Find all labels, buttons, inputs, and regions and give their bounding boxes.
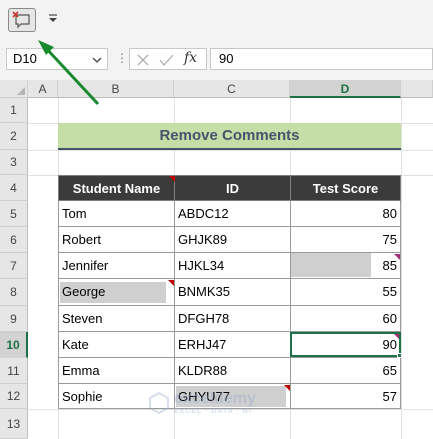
fill-handle[interactable] xyxy=(397,353,402,358)
row-header-12[interactable]: 12 xyxy=(0,384,28,409)
delete-comment-button[interactable] xyxy=(8,8,36,32)
row-header-3[interactable]: 3 xyxy=(0,150,28,175)
watermark-logo: exceldemy EXCEL · DATA · BI xyxy=(148,388,308,422)
name-box-value: D10 xyxy=(13,51,37,66)
table-cell[interactable]: 75 xyxy=(291,227,401,253)
table-cell[interactable]: BNMK35 xyxy=(175,279,291,306)
table-header-id[interactable]: ID xyxy=(174,175,291,201)
formula-value: 90 xyxy=(219,51,234,66)
comment-indicator[interactable] xyxy=(169,176,175,182)
insert-function-icon[interactable]: fx xyxy=(184,50,197,66)
comment-indicator[interactable] xyxy=(394,254,400,260)
sheet-title[interactable]: Remove Comments xyxy=(58,123,401,150)
table-cell[interactable]: Tom xyxy=(59,201,175,227)
table-header-student-name[interactable]: Student Name xyxy=(58,175,175,201)
row-header-2[interactable]: 2 xyxy=(0,123,28,150)
customize-qat-button[interactable] xyxy=(46,12,60,26)
table-cell[interactable]: Kate xyxy=(59,332,175,358)
enter-icon[interactable] xyxy=(158,53,174,67)
table-cell[interactable]: ABDC12 xyxy=(175,201,291,227)
row-header-1[interactable]: 1 xyxy=(0,98,28,123)
column-header-c[interactable]: C xyxy=(174,80,290,98)
column-header-b[interactable]: B xyxy=(58,80,174,98)
table-cell[interactable]: Steven xyxy=(59,306,175,332)
quick-access-toolbar xyxy=(0,0,433,40)
column-header-d[interactable]: D xyxy=(290,80,401,98)
cancel-icon[interactable] xyxy=(136,53,150,67)
gridline xyxy=(28,150,433,151)
formula-input[interactable]: 90 xyxy=(210,48,433,70)
select-all-icon xyxy=(17,87,25,95)
table-cell[interactable]: ERHJ47 xyxy=(175,332,291,358)
formula-bar-buttons: fx xyxy=(129,48,207,70)
column-header-e[interactable] xyxy=(401,80,433,98)
row-header-4[interactable]: 4 xyxy=(0,175,28,201)
table-cell[interactable]: 80 xyxy=(291,201,401,227)
table-cell[interactable]: Robert xyxy=(59,227,175,253)
customize-qat-icon xyxy=(49,14,57,22)
table-cell[interactable]: 60 xyxy=(291,306,401,332)
table-cell[interactable]: DFGH78 xyxy=(175,306,291,332)
table-cell[interactable]: 55 xyxy=(291,279,401,306)
table-cell[interactable]: HJKL34 xyxy=(175,253,291,279)
row-header-13[interactable]: 13 xyxy=(0,409,28,439)
column-header-a[interactable]: A xyxy=(28,80,58,98)
watermark-icon xyxy=(149,392,169,414)
table-cell[interactable]: GHJK89 xyxy=(175,227,291,253)
row-header-6[interactable]: 6 xyxy=(0,227,28,253)
table-cell[interactable]: 65 xyxy=(291,358,401,384)
table-cell[interactable]: KLDR88 xyxy=(175,358,291,384)
formula-bar-separator[interactable]: ⋮ xyxy=(116,48,128,70)
select-all-corner[interactable] xyxy=(0,80,28,98)
row-header-8[interactable]: 8 xyxy=(0,279,28,306)
delete-comment-icon xyxy=(12,11,30,29)
table-cell[interactable]: 85 xyxy=(291,253,401,279)
table-cell[interactable]: George xyxy=(59,279,175,306)
active-cell-selection[interactable] xyxy=(290,332,401,357)
table-header-test-score[interactable]: Test Score xyxy=(290,175,401,201)
row-header-9[interactable]: 9 xyxy=(0,306,28,332)
watermark-tagline: EXCEL · DATA · BI xyxy=(174,408,252,415)
table-cell[interactable]: Emma xyxy=(59,358,175,384)
row-header-11[interactable]: 11 xyxy=(0,358,28,384)
watermark-name: exceldemy xyxy=(174,390,256,407)
table-cell[interactable]: Jennifer xyxy=(59,253,175,279)
comment-indicator[interactable] xyxy=(168,280,174,286)
dropdown-arrow-icon[interactable] xyxy=(91,55,103,65)
row-header-7[interactable]: 7 xyxy=(0,253,28,279)
row-header-5[interactable]: 5 xyxy=(0,201,28,227)
row-header-10[interactable]: 10 xyxy=(0,332,28,358)
